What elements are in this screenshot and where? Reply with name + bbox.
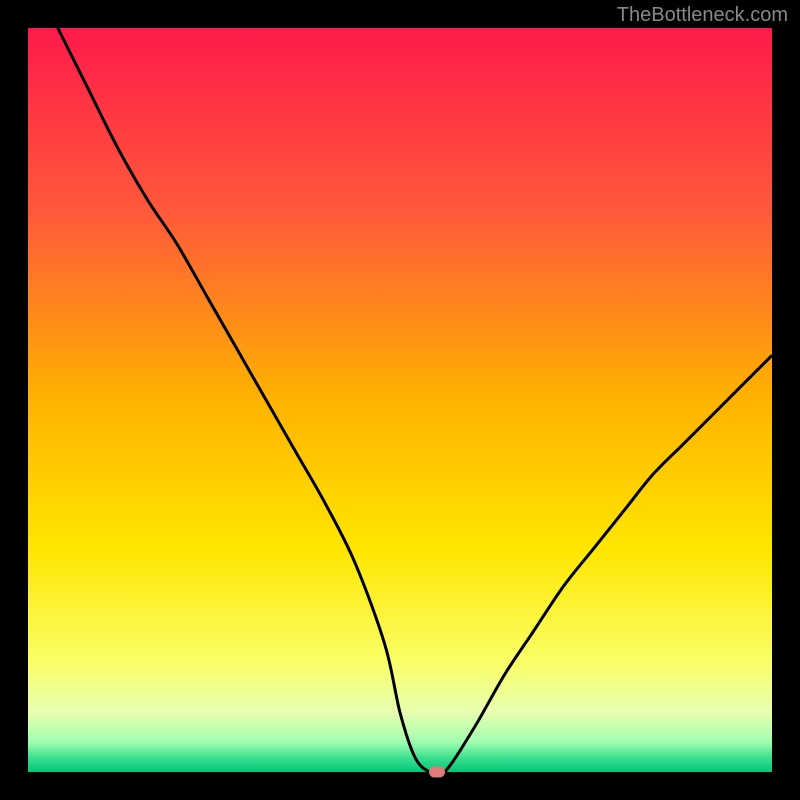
bottleneck-curve xyxy=(28,28,772,772)
plot-area xyxy=(28,28,772,772)
optimal-point-marker xyxy=(429,767,445,778)
watermark-text: TheBottleneck.com xyxy=(617,4,788,27)
